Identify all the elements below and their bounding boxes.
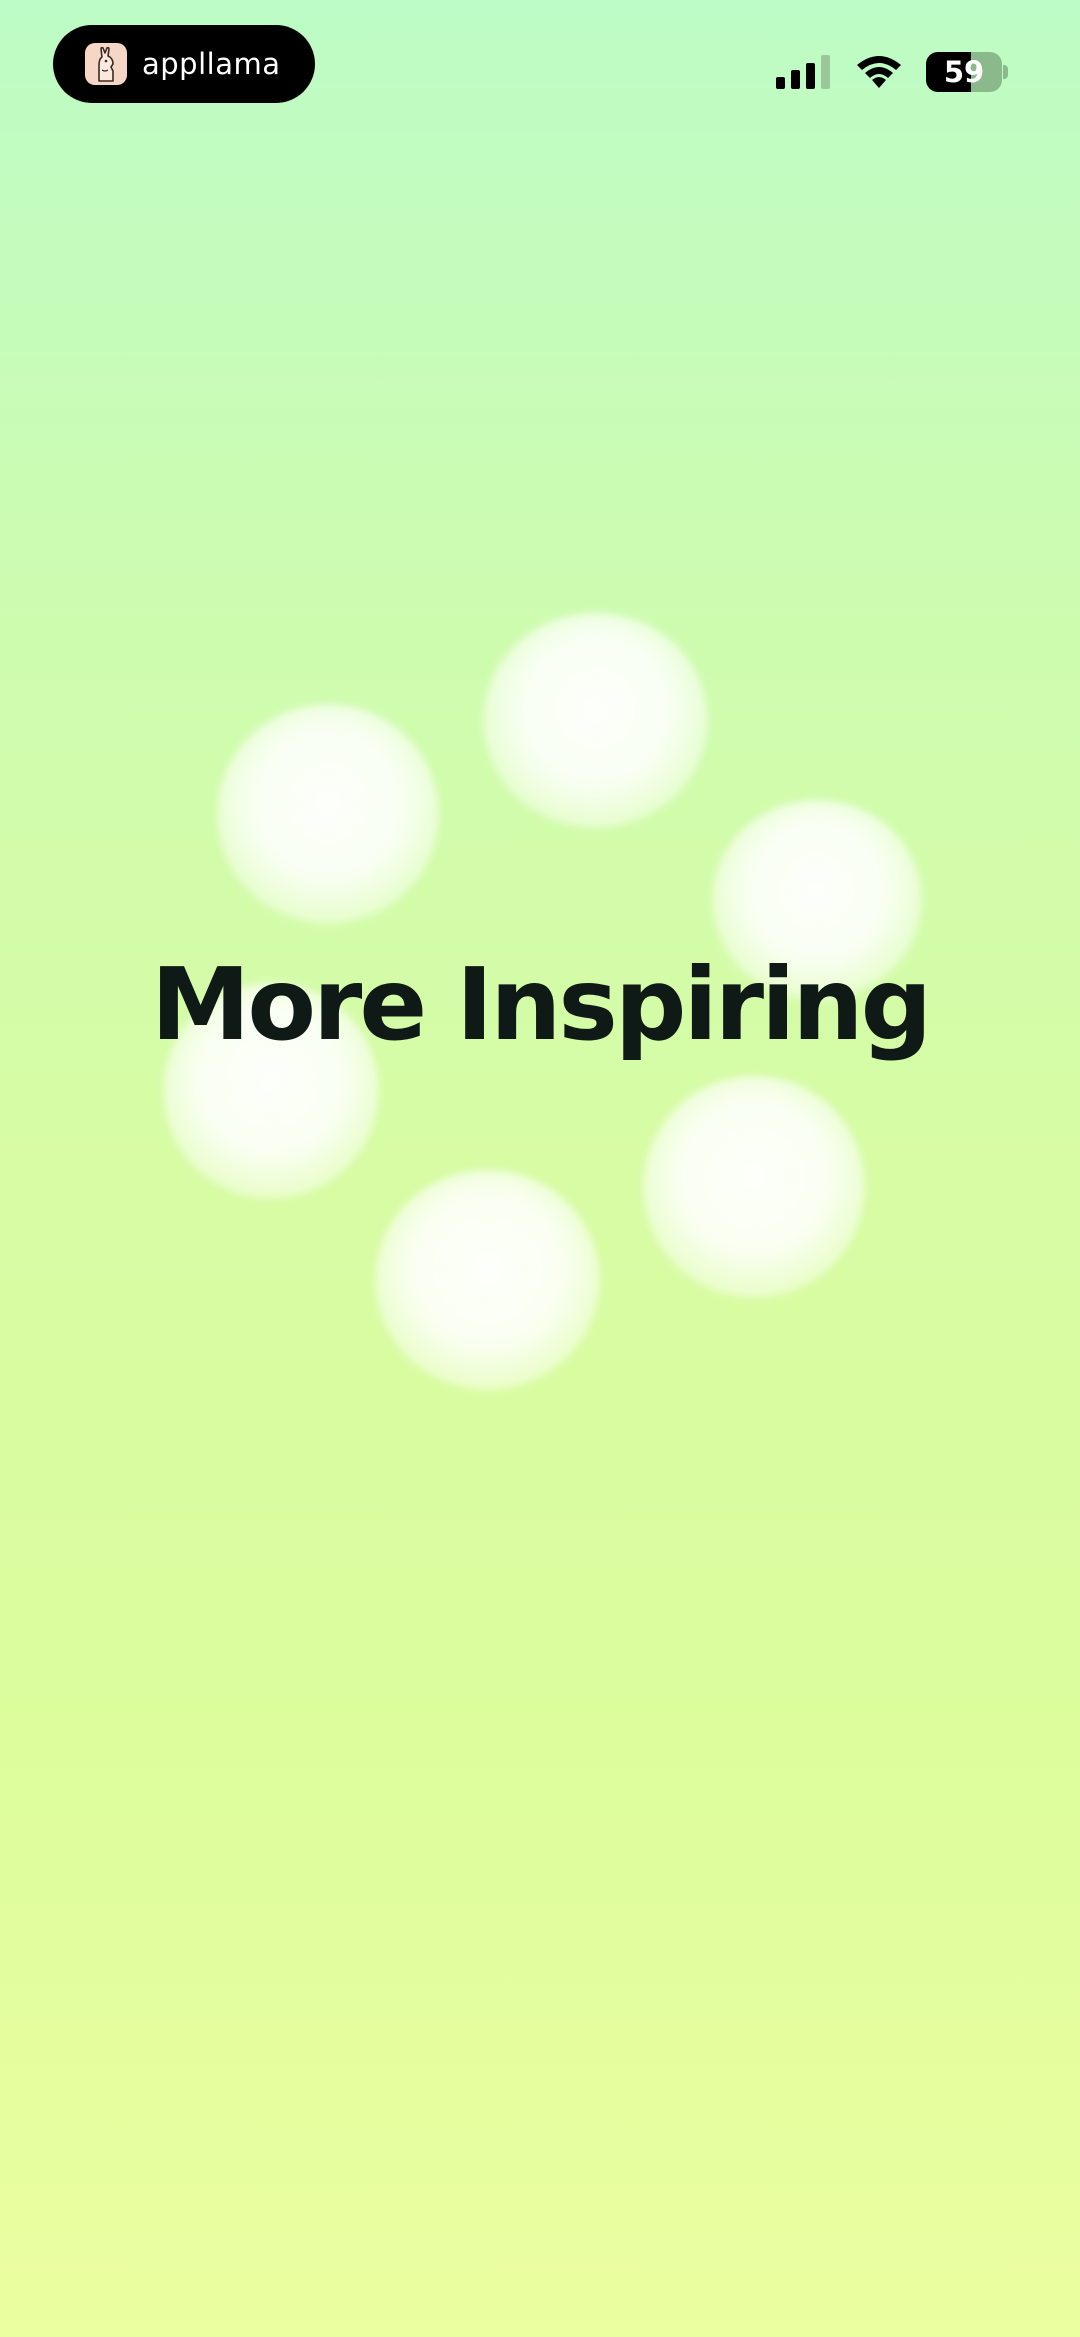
wifi-icon (857, 56, 901, 88)
decorative-bubble (483, 613, 708, 828)
app-indicator-pill[interactable]: appllama (53, 25, 315, 103)
decorative-bubble (217, 704, 439, 924)
cellular-signal-icon (776, 55, 830, 89)
status-indicators: 59 (776, 50, 1008, 94)
decorative-bubble (375, 1170, 600, 1390)
battery-icon: 59 (926, 52, 1008, 92)
app-screen: appllama 59 More Inspiring (0, 0, 1080, 2337)
app-name-label: appllama (142, 47, 281, 81)
headline-text: More Inspiring (150, 946, 932, 1063)
llama-icon (85, 43, 127, 85)
decorative-bubble (643, 1076, 865, 1298)
battery-level-label: 59 (943, 55, 985, 89)
